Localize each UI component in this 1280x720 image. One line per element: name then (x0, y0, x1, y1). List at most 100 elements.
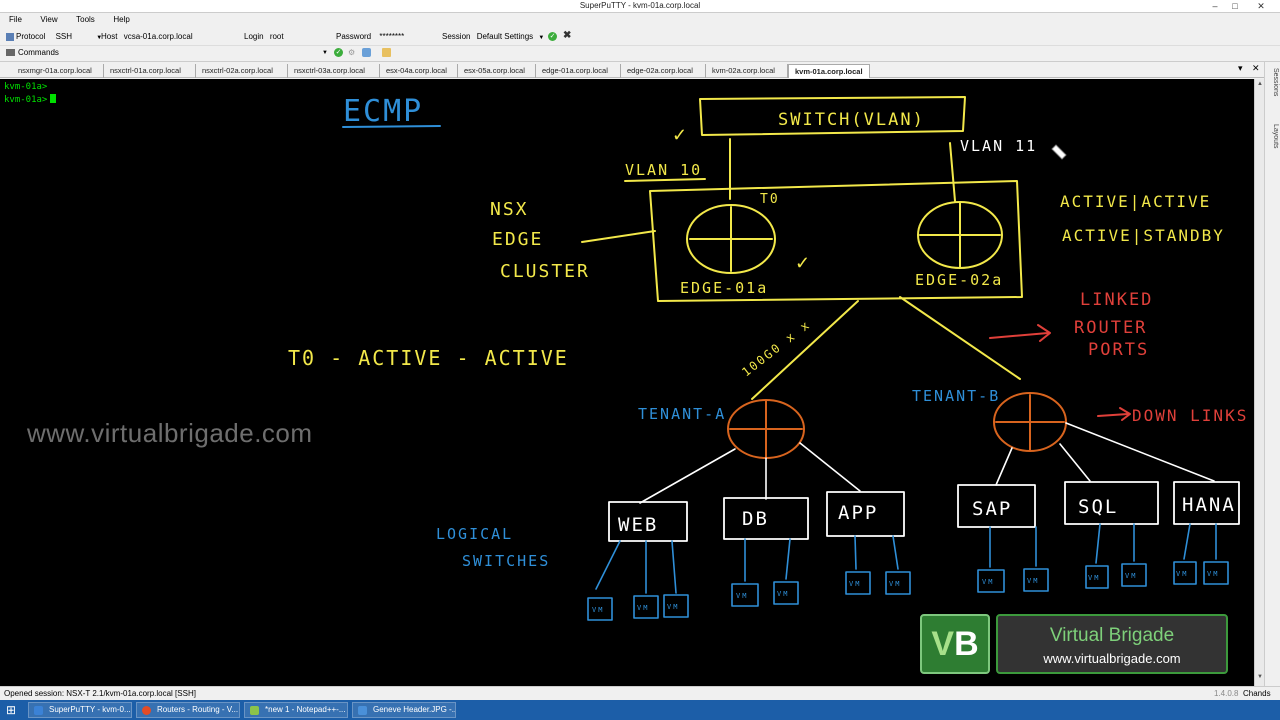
speed-label: 100G0 x x (739, 317, 813, 379)
logo-title: Virtual Brigade (1049, 625, 1175, 646)
tenant-b-label: TENANT-B (912, 387, 1000, 405)
layouts-tab[interactable]: Layouts (1267, 124, 1279, 149)
maximize-icon[interactable]: □ (1226, 0, 1244, 12)
close-tab-icon[interactable]: ✕ (1252, 63, 1260, 74)
arrow-right-icon (1097, 407, 1131, 421)
refresh-icon (362, 48, 371, 58)
vm-label: VM (777, 590, 789, 598)
vm-label: VM (736, 592, 748, 600)
connect-button[interactable]: ✓ (548, 32, 557, 42)
brand-logo: VB Virtual Brigade www.virtualbrigade.co… (920, 614, 1228, 674)
login-field[interactable]: Login root (244, 32, 284, 41)
edge1-label: EDGE-01a (680, 279, 768, 297)
switch-hana-label: HANA (1182, 494, 1236, 516)
vm-label: VM (889, 580, 901, 588)
tab-nsxctrl-02a[interactable]: nsxctrl-02a.corp.local (196, 64, 288, 78)
mode-active-standby: ACTIVE|STANDBY (1062, 226, 1225, 245)
tab-esx-04a[interactable]: esx-04a.corp.local (380, 64, 458, 78)
switch-db-label: DB (742, 508, 769, 530)
switch-sap-label: SAP (972, 498, 1012, 520)
edge2-label: EDGE-02a (915, 271, 1003, 289)
minimize-icon[interactable]: – (1206, 0, 1224, 12)
password-input[interactable]: ******** (379, 32, 404, 41)
password-field[interactable]: Password ******** (336, 32, 404, 41)
vm-label: VM (1125, 572, 1137, 580)
commands-label: Commands (18, 48, 59, 57)
vm-label: VM (667, 603, 679, 611)
password-label: Password (336, 32, 372, 41)
keyboard-icon (6, 49, 15, 57)
taskbar-image-viewer[interactable]: Geneve Header.JPG -... (352, 702, 456, 718)
menu-view[interactable]: View (31, 13, 64, 24)
tab-nsxmgr-01a[interactable]: nsxmgr-01a.corp.local (12, 64, 104, 78)
taskbar-superputty[interactable]: SuperPuTTY - kvm-0... (28, 702, 132, 718)
vm-label: VM (1176, 570, 1188, 578)
protocol-label: Protocol (16, 32, 46, 41)
clipboard-icon (382, 48, 391, 58)
chevron-down-icon[interactable]: ▼ (538, 35, 544, 41)
status-bar: Opened session: NSX-T 2.1/kvm-01a.corp.l… (0, 686, 1280, 700)
session-field[interactable]: Session Default Settings ▼ (442, 32, 544, 41)
sketch-title: ECMP (343, 94, 423, 129)
image-icon (358, 706, 367, 715)
tab-nsxctrl-03a[interactable]: nsxctrl-03a.corp.local (288, 64, 380, 78)
menu-help[interactable]: Help (104, 13, 136, 24)
tab-edge-01a[interactable]: edge-01a.corp.local (536, 64, 621, 78)
session-select[interactable]: Default Settings (477, 32, 533, 41)
commands-bar: Commands ▼ ✓ ⚙ (0, 46, 1280, 62)
send-button[interactable]: ✓ (334, 48, 343, 58)
t0-label: T0 (760, 192, 780, 207)
check-mark-icon: ✓ (795, 253, 810, 273)
vm-label: VM (1088, 574, 1100, 582)
sessions-tab[interactable]: Sessions (1267, 68, 1279, 96)
commands-field[interactable]: Commands (6, 48, 59, 57)
linked-text-3: PORTS (1088, 340, 1149, 360)
session-label: Session (442, 32, 471, 41)
windows-start-icon[interactable]: ⊞ (4, 703, 18, 717)
edge-cluster-text-2: EDGE (492, 229, 543, 250)
protocol-field[interactable]: Protocol SSH ▼ (6, 32, 102, 41)
taskbar-notepad[interactable]: *new 1 - Notepad++-... (244, 702, 348, 718)
host-input[interactable]: vcsa-01a.corp.local (124, 32, 193, 41)
notepad-icon (250, 706, 259, 715)
linked-text-2: ROUTER (1074, 318, 1147, 338)
linked-text-1: LINKED (1080, 290, 1153, 310)
switch-sql-label: SQL (1078, 496, 1118, 518)
protocol-select[interactable]: SSH (56, 32, 72, 41)
version-label: 1.4.0.8 (1214, 689, 1239, 698)
network-icon (6, 32, 14, 41)
status-message: Opened session: NSX-T 2.1/kvm-01a.corp.l… (4, 689, 196, 698)
clipboard-button[interactable] (382, 48, 391, 58)
menu-tools[interactable]: Tools (67, 13, 102, 24)
tab-esx-05a[interactable]: esx-05a.corp.local (458, 64, 536, 78)
status-right: Chands (1243, 689, 1271, 698)
logical-switches-text-2: SWITCHES (462, 552, 550, 570)
tab-kvm-01a[interactable]: kvm-01a.corp.local (788, 64, 870, 78)
menu-file[interactable]: File (0, 13, 29, 24)
t0-active-active: T0 - ACTIVE - ACTIVE (288, 346, 569, 370)
host-field[interactable]: Host vcsa-01a.corp.local (101, 32, 193, 41)
close-icon[interactable]: ✕ (1246, 0, 1276, 12)
vm-label: VM (982, 578, 994, 586)
clear-button[interactable]: ✖ (563, 30, 571, 41)
login-input[interactable]: root (270, 32, 284, 41)
arrow-right-icon (989, 324, 1051, 342)
tab-list-icon[interactable]: ▾ (1238, 63, 1243, 74)
pen-cursor-icon (1051, 144, 1067, 160)
terminal-scrollbar[interactable]: ▲ ▼ (1254, 79, 1264, 686)
logo-url: www.virtualbrigade.com (1043, 651, 1181, 666)
tab-edge-02a[interactable]: edge-02a.corp.local (621, 64, 706, 78)
title-bar: SuperPuTTY - kvm-01a.corp.local – □ ✕ (0, 0, 1280, 13)
chrome-icon (142, 706, 151, 715)
settings-button[interactable]: ⚙ (348, 48, 355, 57)
session-tabs: nsxmgr-01a.corp.local nsxctrl-01a.corp.l… (0, 62, 1264, 78)
tab-nsxctrl-01a[interactable]: nsxctrl-01a.corp.local (104, 64, 196, 78)
refresh-button[interactable] (362, 48, 371, 58)
connection-toolbar: Protocol SSH ▼ Host vcsa-01a.corp.local … (0, 29, 1280, 46)
logo-mark: VB (920, 614, 990, 674)
chevron-down-icon[interactable]: ▼ (322, 50, 328, 56)
taskbar-browser[interactable]: Routers - Routing - V... (136, 702, 240, 718)
logo-text-box: Virtual Brigade www.virtualbrigade.com (996, 614, 1228, 674)
tab-kvm-02a[interactable]: kvm-02a.corp.local (706, 64, 788, 78)
vm-label: VM (637, 604, 649, 612)
